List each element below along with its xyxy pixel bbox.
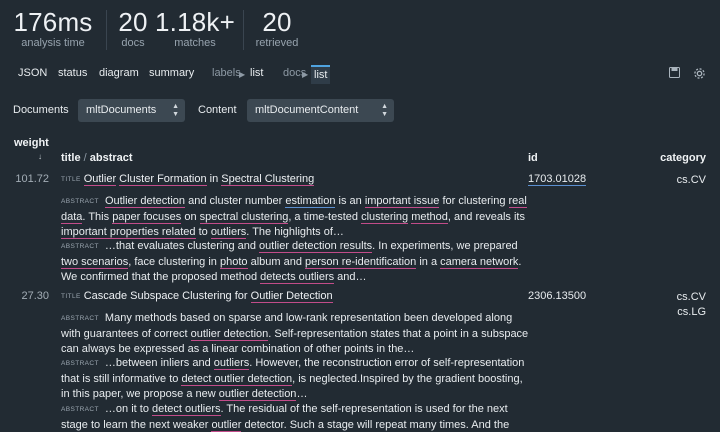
title-segment: Cascade Subspace Clustering for: [83, 290, 251, 302]
highlight-term: detect outliers: [152, 402, 221, 416]
stat-value: 176ms: [13, 7, 93, 37]
title-segment: Spectral Clustering: [221, 173, 315, 186]
content-select[interactable]: mltDocumentContent ▲ ▼: [247, 99, 394, 122]
nav-diagram[interactable]: diagram: [99, 67, 139, 79]
column-id[interactable]: id: [528, 152, 538, 164]
sort-arrow-icon[interactable]: ↓: [38, 152, 42, 161]
title-tag: TITLE: [61, 293, 81, 300]
abstract-fragment: ABSTRACT Many methods based on sparse an…: [61, 312, 529, 355]
title-segment: in: [206, 173, 222, 185]
save-icon[interactable]: [669, 67, 680, 81]
highlight-term: method: [411, 210, 448, 224]
row-categories: cs.CV cs.LG: [677, 290, 706, 320]
stat-docs: 20 docs: [114, 0, 152, 49]
highlight-term: important issue: [364, 195, 440, 208]
nav-summary[interactable]: summary: [149, 67, 194, 79]
row-categories: cs.CV: [677, 173, 706, 188]
documents-select[interactable]: mltDocuments ▲ ▼: [78, 99, 185, 122]
highlight-term: outlier detection: [190, 327, 269, 341]
stat-matches: 1.18k+ matches: [155, 0, 235, 49]
title-segment: Outlier Detection: [250, 290, 333, 303]
content-select-value: mltDocumentContent: [255, 104, 359, 116]
column-title-label: title: [61, 152, 81, 164]
nav-docs-list[interactable]: list: [311, 65, 331, 84]
highlight-term: outliers: [213, 357, 250, 371]
abstract-tag: ABSTRACT: [61, 243, 99, 251]
chevron-updown-icon: ▲ ▼: [381, 103, 388, 118]
highlight-term: spectral clustering: [199, 210, 289, 224]
highlight-term: outlier detection: [218, 387, 297, 401]
highlight-term: two scenarios: [61, 256, 129, 270]
chevron-right-icon: ▶: [302, 70, 309, 79]
documents-label: Documents: [13, 104, 69, 116]
highlight-term: Outlier detection: [104, 195, 186, 208]
stats-bar: 176ms analysis time 20 docs 1.18k+ match…: [0, 0, 720, 58]
view-nav: JSON status diagram summary labels ▶ lis…: [0, 64, 720, 86]
column-weight[interactable]: weight: [14, 137, 49, 149]
content-label: Content: [198, 104, 237, 116]
highlight-term: paper focuses: [112, 210, 182, 224]
category-label: cs.CV: [676, 291, 706, 303]
stat-value: 20: [262, 7, 292, 37]
stat-label: retrieved: [255, 37, 299, 49]
highlight-term: important properties related: [61, 225, 196, 239]
column-title[interactable]: title / abstract: [61, 152, 133, 164]
abstract-tag: ABSTRACT: [61, 360, 99, 368]
stat-value: 20: [118, 7, 148, 37]
row-weight: 101.72: [15, 173, 49, 185]
nav-labels-list[interactable]: list: [250, 67, 263, 79]
nav-labels[interactable]: labels: [212, 67, 241, 79]
highlight-term: camera network: [440, 256, 519, 270]
stat-value: 1.18k+: [155, 7, 235, 37]
category-label: cs.LG: [677, 305, 706, 318]
nav-json[interactable]: JSON: [18, 67, 47, 79]
column-separator: /: [83, 152, 87, 164]
documents-select-value: mltDocuments: [86, 104, 157, 116]
row-title[interactable]: TITLE Cascade Subspace Clustering for Out…: [61, 290, 333, 303]
title-tag: TITLE: [61, 176, 81, 183]
abstract-tag: ABSTRACT: [61, 198, 99, 205]
row-abstract: ABSTRACT Many methods based on sparse an…: [61, 311, 531, 432]
highlight-term: outliers: [210, 225, 247, 239]
table-row: 101.72 TITLE Outlier Cluster Formation in…: [0, 173, 720, 285]
title-segment: Cluster Formation: [119, 173, 207, 186]
abstract-fragment: ABSTRACT …that evaluates clustering and …: [61, 240, 522, 284]
table-row: 27.30 TITLE Cascade Subspace Clustering f…: [0, 290, 720, 432]
highlight-term: outlier: [211, 418, 242, 432]
highlight-term: person re-identification: [305, 256, 417, 270]
highlight-term: clustering: [361, 210, 409, 224]
category-label: cs.CV: [676, 174, 706, 186]
title-segment: Outlier: [83, 173, 117, 186]
chevron-updown-icon: ▲ ▼: [172, 103, 179, 118]
row-id-link[interactable]: 2306.13500: [528, 290, 586, 302]
column-category[interactable]: category: [660, 152, 706, 164]
highlight-term: photo: [219, 256, 248, 270]
row-title[interactable]: TITLE Outlier Cluster Formation in Spectr…: [61, 173, 315, 186]
abstract-tag: ABSTRACT: [61, 315, 99, 322]
stat-retrieved: 20 retrieved: [252, 0, 302, 49]
column-abstract-label: abstract: [89, 152, 133, 164]
row-weight: 27.30: [21, 290, 49, 302]
nav-status[interactable]: status: [58, 67, 87, 79]
highlight-term: detect outlier detection: [181, 373, 293, 387]
selector-toolbar: Documents mltDocuments ▲ ▼ Content mltDoc…: [0, 99, 720, 123]
gear-icon[interactable]: [693, 67, 706, 83]
stat-label: matches: [174, 37, 216, 49]
table-header: weight ↓ title / abstract id category: [0, 135, 720, 169]
abstract-fragment: ABSTRACT …on it to detect outliers. The …: [61, 402, 510, 432]
abstract-fragment: ABSTRACT Outlier detection and cluster n…: [61, 195, 527, 239]
highlight-term: estimation: [285, 195, 336, 208]
divider: [243, 10, 244, 50]
stat-label: analysis time: [21, 37, 85, 49]
abstract-fragment: ABSTRACT …between inliers and outliers. …: [61, 357, 525, 401]
chevron-right-icon: ▶: [239, 70, 246, 79]
stat-analysis-time: 176ms analysis time: [10, 0, 96, 49]
row-abstract: ABSTRACT Outlier detection and cluster n…: [61, 194, 531, 285]
abstract-tag: ABSTRACT: [61, 405, 99, 413]
row-id-link[interactable]: 1703.01028: [528, 173, 587, 186]
stat-label: docs: [121, 37, 145, 49]
divider: [106, 10, 107, 50]
highlight-term: outlier detection results: [259, 240, 373, 254]
highlight-term: detects outliers: [260, 270, 335, 284]
